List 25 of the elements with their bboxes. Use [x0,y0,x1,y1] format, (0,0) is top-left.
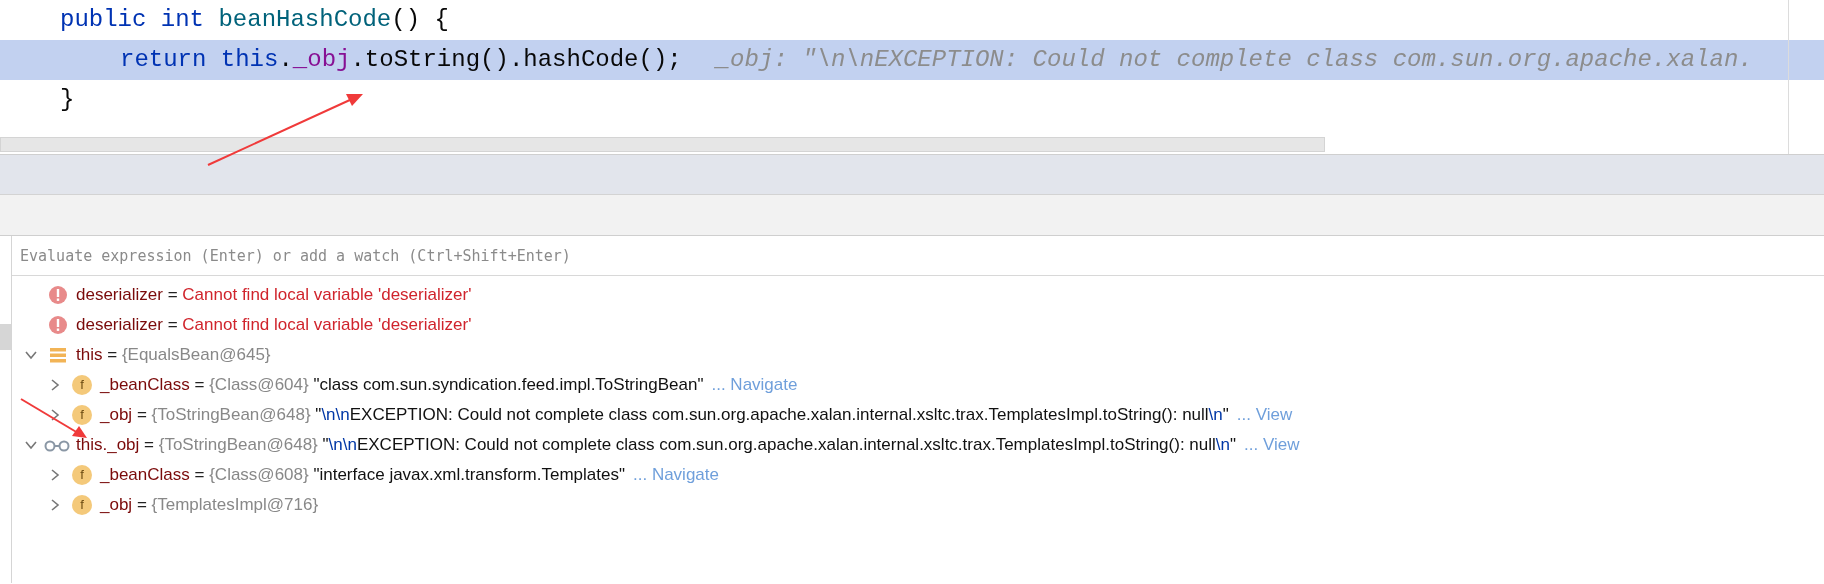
variable-entry: _beanClass = {Class@604} "class com.sun.syndication.feed.impl.ToStringBean" [100,374,704,397]
error-icon [48,285,68,305]
variable-entry: _obj = {ToStringBean@648} "\n\nEXCEPTION: Could not complete class com.sun.org.apache.xalan.internal.xsltc.trax.TemplatesImpl.toString(): null\n" [100,404,1229,427]
field-icon: f [72,375,92,395]
code-text: return this._obj.toString().hashCode(); [120,45,682,75]
field-icon: f [72,495,92,515]
variable-entry: deserializer = Cannot find local variable 'deserializer' [76,284,472,307]
navigate-link[interactable]: ... Navigate [633,462,719,488]
variable-entry: this = {EqualsBean@645} [76,344,271,367]
variable-entry: _beanClass = {Class@608} "interface javax.xml.transform.Templates" [100,464,625,487]
horizontal-scrollbar[interactable] [0,137,1325,152]
field-icon: f [72,465,92,485]
bars-icon [48,345,68,365]
view-link[interactable]: ... View [1244,432,1300,458]
variable-entry: this._obj = {ToStringBean@648} "\n\nEXCEPTION: Could not complete class com.sun.org.apache.xalan.internal.xsltc.trax.TemplatesImpl.toString(): null\n" [76,434,1237,457]
variable-entry: _obj = {TemplatesImpl@716} [100,494,319,517]
code-text: public int beanHashCode() { [60,5,449,35]
navigate-link[interactable]: ... Navigate [711,372,798,398]
variable-entry: deserializer = Cannot find local variable 'deserializer' [76,314,472,337]
error-icon [48,315,68,335]
code-text: } [60,85,75,115]
view-link[interactable]: ... View [1236,402,1293,428]
field-icon: f [72,405,92,425]
inline-value-hint: _obj: "\n\nEXCEPTION: Could not complete class com.sun.org.apache.xalan. [715,45,1753,75]
annotation-arrow [20,398,87,438]
